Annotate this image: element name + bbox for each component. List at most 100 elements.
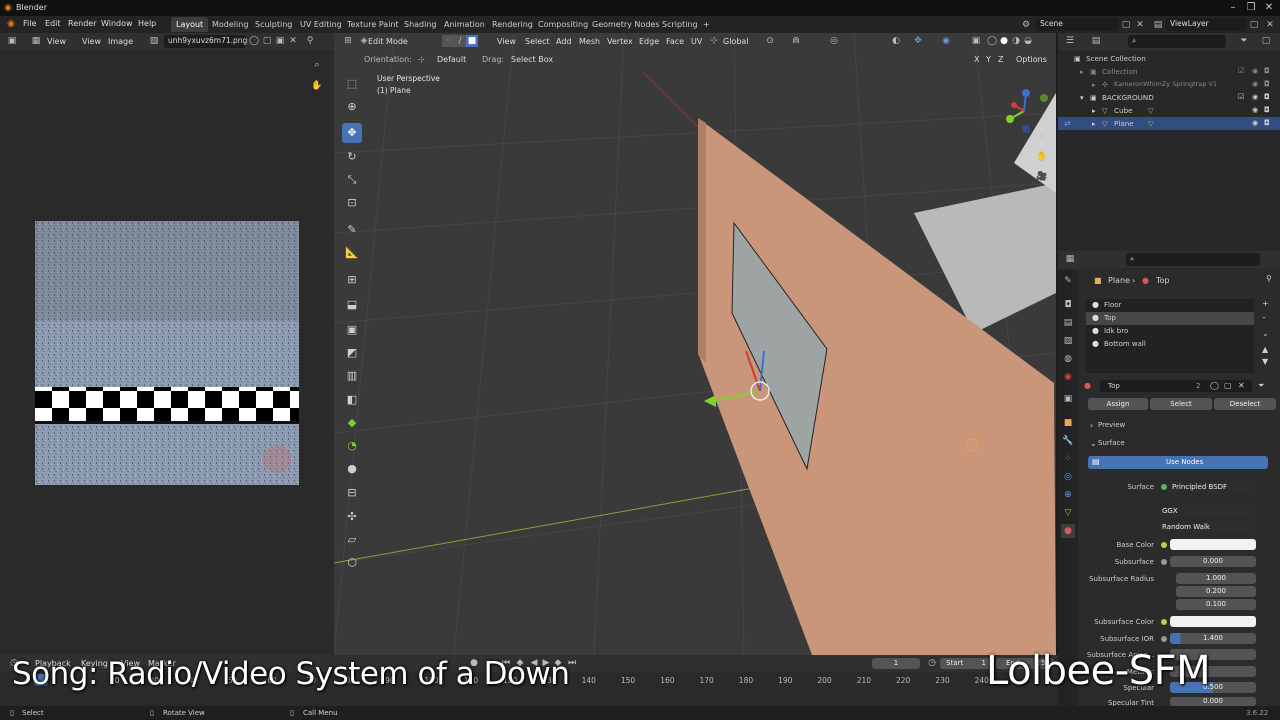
delete-view-layer-icon[interactable]: ✕: [1264, 19, 1276, 31]
image-browse-icon[interactable]: ▧: [148, 35, 160, 47]
unlink-material-icon[interactable]: ✕: [1238, 381, 1245, 390]
editor-type-icon[interactable]: ☰: [1064, 35, 1076, 47]
hand-pan-icon[interactable]: ✋: [1036, 151, 1048, 163]
eye-icon[interactable]: ◉: [1252, 118, 1258, 127]
move-tool-icon[interactable]: ✥: [342, 123, 362, 143]
slot-menu-icon[interactable]: ⌄: [1262, 329, 1269, 338]
surface-panel-header[interactable]: Surface: [1098, 439, 1125, 447]
menu-view[interactable]: View: [82, 37, 101, 46]
tab-modeling[interactable]: Modeling: [207, 17, 253, 32]
orientation-icon[interactable]: ⊹: [708, 35, 720, 47]
visibility-icon[interactable]: ◐: [890, 35, 902, 47]
close-icon[interactable]: ✕: [1262, 1, 1276, 15]
constraints-tab-icon[interactable]: ⊕: [1061, 488, 1075, 502]
tab-rendering[interactable]: Rendering: [487, 17, 538, 32]
perspective-toggle-icon[interactable]: ▦: [1036, 191, 1048, 203]
tab-texture-paint[interactable]: Texture Paint: [342, 17, 404, 32]
spin-tool-icon[interactable]: ◔: [342, 436, 362, 456]
subsurface-method-dropdown[interactable]: Random Walk: [1160, 522, 1256, 533]
expand-arrow-icon[interactable]: ▾: [1080, 93, 1084, 102]
scene-selector[interactable]: Scene: [1036, 18, 1118, 31]
tool-tab-icon[interactable]: ✎: [1061, 274, 1075, 288]
add-slot-icon[interactable]: +: [1262, 299, 1269, 308]
list-item[interactable]: ● Top: [1086, 312, 1254, 325]
preview-range-icon[interactable]: ◷: [926, 657, 938, 669]
menu-face[interactable]: Face: [666, 37, 684, 46]
delete-scene-icon[interactable]: ✕: [1134, 19, 1146, 31]
add-workspace-button[interactable]: +: [698, 17, 715, 32]
menu-window[interactable]: Window: [101, 19, 133, 28]
overlay-toggle-icon[interactable]: ◉: [940, 35, 952, 47]
rendered-shading-icon[interactable]: ◒: [1022, 35, 1034, 47]
subsurface-radius-z-field[interactable]: 0.100: [1176, 599, 1256, 610]
tab-shading[interactable]: Shading: [399, 17, 442, 32]
orientation-dropdown[interactable]: Default: [437, 55, 466, 64]
surface-shader-field[interactable]: Principled BSDF: [1170, 482, 1256, 493]
view-mode-icon[interactable]: ▦: [30, 35, 42, 47]
specular-tint-field[interactable]: 0.000: [1170, 697, 1256, 706]
face-select-icon[interactable]: ■: [466, 35, 478, 47]
tab-sculpting[interactable]: Sculpting: [250, 17, 297, 32]
expand-arrow-icon[interactable]: ▸: [1092, 80, 1096, 89]
duplicate-material-icon[interactable]: ▢: [1224, 381, 1232, 390]
menu-select[interactable]: Select: [525, 37, 550, 46]
collapse-arrow-icon[interactable]: ›: [1090, 421, 1093, 430]
tab-scripting[interactable]: Scripting: [657, 17, 703, 32]
shear-tool-icon[interactable]: ▱: [342, 530, 362, 550]
new-view-layer-icon[interactable]: ▢: [1248, 19, 1260, 31]
open-image-icon[interactable]: ▣: [274, 35, 286, 47]
tab-geometry-nodes[interactable]: Geometry Nodes: [587, 17, 664, 32]
list-item[interactable]: ● Idk bro: [1086, 325, 1254, 338]
material-name-field[interactable]: Top 2 ◯ ▢ ✕: [1100, 380, 1252, 392]
proportional-edit-icon[interactable]: ◎: [828, 35, 840, 47]
properties-search-input[interactable]: ⌕: [1126, 253, 1260, 266]
world-tab-icon[interactable]: ◉: [1061, 370, 1075, 384]
eye-icon[interactable]: ◉: [1252, 92, 1258, 101]
menu-file[interactable]: File: [23, 19, 36, 28]
editor-type-icon[interactable]: ▣: [6, 35, 18, 47]
output-tab-icon[interactable]: ▤: [1061, 316, 1075, 330]
hand-pan-icon[interactable]: ✋: [311, 80, 323, 92]
start-frame-field[interactable]: Start 1: [940, 658, 992, 669]
xyz-z-toggle[interactable]: Z: [998, 55, 1003, 64]
gizmo-toggle-icon[interactable]: ✥: [912, 35, 924, 47]
list-item[interactable]: ● Floor: [1086, 299, 1254, 312]
use-nodes-button[interactable]: ▤ Use Nodes: [1088, 456, 1268, 469]
display-mode-icon[interactable]: ▤: [1090, 35, 1102, 47]
duplicate-image-icon[interactable]: ▢: [261, 35, 273, 47]
solid-shading-icon[interactable]: ●: [998, 35, 1010, 47]
rip-tool-icon[interactable]: ⬡: [342, 553, 362, 573]
eye-icon[interactable]: ◉: [1252, 66, 1258, 75]
outliner-row[interactable]: ▸ ▣ Collection ☑ ◉ ◘: [1058, 65, 1280, 78]
checkbox-icon[interactable]: ☑: [1238, 92, 1244, 101]
view-layer-tab-icon[interactable]: ▧: [1061, 334, 1075, 348]
xyz-y-toggle[interactable]: Y: [986, 55, 991, 64]
vertex-select-icon[interactable]: ·: [442, 35, 454, 47]
subsurface-radius-x-field[interactable]: 1.000: [1176, 573, 1256, 584]
deselect-button[interactable]: Deselect: [1214, 398, 1276, 410]
subsurface-field[interactable]: 0.000: [1170, 556, 1256, 567]
smooth-tool-icon[interactable]: ●: [342, 459, 362, 479]
menu-vertex[interactable]: Vertex: [607, 37, 633, 46]
current-frame-field[interactable]: 1: [872, 658, 920, 669]
outliner-row[interactable]: ▣ Scene Collection: [1058, 52, 1280, 65]
physics-tab-icon[interactable]: ◎: [1061, 470, 1075, 484]
move-down-icon[interactable]: ▼: [1262, 357, 1268, 366]
edge-select-icon[interactable]: /: [454, 35, 466, 47]
remove-slot-icon[interactable]: –: [1262, 313, 1266, 322]
annotate-tool-icon[interactable]: ✎: [342, 220, 362, 240]
particles-tab-icon[interactable]: ⁘: [1061, 452, 1075, 466]
maximize-icon[interactable]: ❐: [1244, 1, 1258, 15]
knife-tool-icon[interactable]: ◧: [342, 390, 362, 410]
new-collection-icon[interactable]: ▢: [1260, 35, 1272, 47]
extrude-tool-icon[interactable]: ⬓: [342, 295, 362, 315]
camera-icon[interactable]: ◘: [1264, 66, 1270, 75]
tab-layout[interactable]: Layout: [171, 17, 209, 32]
measure-tool-icon[interactable]: 📐: [342, 243, 362, 263]
rotate-tool-icon[interactable]: ↻: [342, 147, 362, 167]
data-tab-icon[interactable]: ▽: [1061, 506, 1075, 520]
assign-button[interactable]: Assign: [1088, 398, 1148, 410]
outliner-row[interactable]: ▸ ▽ Plane ▽ ◉ ◘: [1058, 117, 1280, 130]
pin-icon[interactable]: ⚲: [1266, 274, 1272, 283]
fake-user-icon[interactable]: ◯: [248, 35, 260, 47]
